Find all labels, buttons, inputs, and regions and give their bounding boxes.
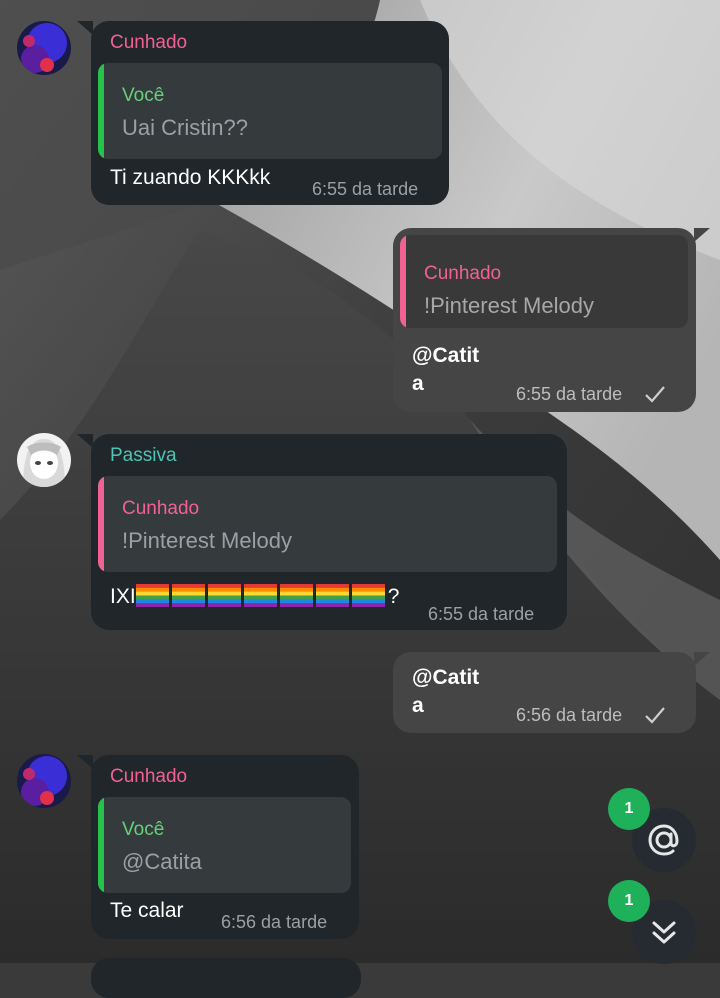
message-bubble-incoming-partial[interactable]: [91, 958, 361, 998]
reply-text: !Pinterest Melody: [122, 528, 292, 553]
message-bubble-outgoing[interactable]: @Catit a 6:56 da tarde: [393, 652, 710, 733]
message-time: 6:55 da tarde: [312, 179, 419, 199]
message-text-suffix: ?: [387, 585, 400, 608]
message-text-line2: a: [412, 372, 424, 395]
bubble-tail: [77, 21, 93, 35]
message-time: 6:56 da tarde: [516, 705, 623, 725]
message-text: Ti zuando KKKkk: [110, 166, 271, 189]
reply-author: Você: [122, 85, 165, 106]
message-text-line1[interactable]: @Catit: [412, 342, 479, 370]
message-time: 6:55 da tarde: [516, 384, 623, 404]
sender-name[interactable]: Cunhado: [110, 766, 187, 788]
scroll-down-count-badge: 1: [608, 880, 650, 922]
sender-avatar[interactable]: [17, 433, 71, 487]
reply-preview[interactable]: Você Uai Cristin??: [98, 63, 442, 159]
reply-text: @Catita: [122, 849, 202, 874]
message-bubble-incoming[interactable]: Cunhado Você @Catita Te calar 6:56 da ta…: [77, 755, 359, 939]
mentions-count-badge: 1: [608, 788, 650, 830]
reply-author: Cunhado: [424, 263, 502, 284]
reply-preview[interactable]: Cunhado !Pinterest Melody: [400, 235, 688, 328]
double-chevron-down-icon: [652, 921, 676, 944]
purple-blue-avatar-icon: [17, 21, 71, 75]
reply-bar: [400, 235, 406, 328]
sent-check-icon: [645, 707, 665, 724]
bubble-tail: [77, 755, 93, 769]
rainbow-flag-icon: [243, 584, 277, 607]
anime-girl-avatar-icon: [17, 433, 71, 487]
message-bubble-incoming[interactable]: Cunhado Você Uai Cristin?? Ti zuando KKK…: [77, 21, 449, 205]
purple-blue-avatar-icon: [17, 754, 71, 808]
bubble-tail: [694, 228, 710, 242]
reply-bar: [98, 63, 104, 159]
rainbow-flag-emojis: [135, 584, 388, 608]
sender-name[interactable]: Passiva: [110, 445, 177, 467]
sender-avatar[interactable]: [17, 754, 71, 808]
reply-author: Você: [122, 819, 165, 840]
message-bubble-outgoing[interactable]: Cunhado !Pinterest Melody @Catit a 6:55 …: [393, 228, 710, 412]
rainbow-flag-icon: [135, 584, 169, 607]
sent-check-icon: [645, 386, 665, 403]
message-time: 6:55 da tarde: [428, 604, 535, 624]
message-text-line2: a: [412, 694, 424, 717]
message-text: IXI?: [110, 584, 399, 609]
reply-bar: [98, 476, 104, 572]
rainbow-flag-icon: [351, 584, 385, 607]
message-text-prefix: IXI: [110, 585, 136, 608]
bubble-tail: [694, 652, 710, 666]
reply-bar: [98, 797, 104, 893]
rainbow-flag-icon: [279, 584, 313, 607]
sender-name[interactable]: Cunhado: [110, 32, 187, 54]
reply-preview[interactable]: Cunhado !Pinterest Melody: [98, 476, 557, 572]
reply-text: !Pinterest Melody: [424, 293, 594, 318]
reply-preview[interactable]: Você @Catita: [98, 797, 351, 893]
rainbow-flag-icon: [315, 584, 349, 607]
message-text-line1[interactable]: @Catit: [412, 664, 479, 692]
bubble-tail: [77, 434, 93, 448]
message-bubble-incoming[interactable]: Passiva Cunhado !Pinterest Melody IXI? 6…: [77, 434, 567, 630]
sender-avatar[interactable]: [17, 21, 71, 75]
reply-author: Cunhado: [122, 498, 200, 519]
message-time: 6:56 da tarde: [221, 912, 328, 932]
rainbow-flag-icon: [207, 584, 241, 607]
message-text: Te calar: [110, 899, 184, 922]
at-sign-icon: [648, 824, 679, 856]
reply-text: Uai Cristin??: [122, 115, 248, 140]
rainbow-flag-icon: [171, 584, 205, 607]
